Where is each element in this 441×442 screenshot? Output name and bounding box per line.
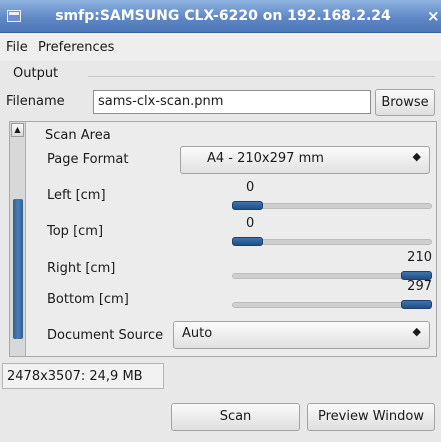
top-label: Top [cm]	[47, 224, 104, 239]
menu-bar: File Preferences	[0, 33, 441, 61]
triangle-up-icon[interactable]: ▲	[11, 123, 24, 137]
right-label: Right [cm]	[47, 261, 116, 276]
menu-preferences[interactable]: Preferences	[38, 40, 114, 55]
vertical-scrollbar[interactable]: ▲	[10, 122, 26, 356]
scan-button[interactable]: Scan	[171, 403, 300, 431]
scan-area-heading: Scan Area	[45, 128, 111, 143]
output-frame-label: Output	[13, 66, 59, 81]
updown-arrows-icon: ◆	[412, 325, 421, 338]
updown-arrows-icon: ◆	[412, 150, 421, 163]
top-value: 0	[246, 216, 255, 231]
window-title: smfp:SAMSUNG CLX-6220 on 192.168.2.24	[55, 8, 391, 24]
close-icon[interactable]: ×	[427, 7, 440, 25]
bottom-value: 297	[407, 279, 432, 294]
bottom-slider-knob[interactable]	[401, 300, 432, 309]
scrollbar-thumb[interactable]	[13, 199, 23, 339]
scan-options-panel: ▲ Scan Area Page Format A4 - 210x297 mm …	[9, 121, 437, 357]
left-label: Left [cm]	[47, 188, 106, 203]
bottom-label: Bottom [cm]	[47, 292, 129, 307]
filename-label: Filename	[6, 94, 65, 109]
document-source-select[interactable]: Auto ◆	[173, 321, 430, 349]
top-slider-knob[interactable]	[232, 237, 263, 246]
status-size-readout: 2478x3507: 24,9 MB	[2, 363, 164, 389]
page-format-value: A4 - 210x297 mm	[207, 151, 324, 166]
title-bar[interactable]: smfp:SAMSUNG CLX-6220 on 192.168.2.24 ×	[0, 0, 441, 33]
menu-file[interactable]: File	[6, 40, 28, 55]
left-value: 0	[246, 180, 255, 195]
right-value: 210	[407, 250, 432, 265]
left-slider-knob[interactable]	[232, 201, 263, 210]
output-frame-divider	[88, 76, 435, 77]
browse-button[interactable]: Browse	[375, 89, 435, 116]
page-format-label: Page Format	[47, 152, 129, 167]
window-menu-icon[interactable]	[7, 10, 21, 22]
document-source-value: Auto	[182, 326, 213, 341]
filename-field[interactable]: sams-clx-scan.pnm	[93, 90, 371, 114]
preview-window-button[interactable]: Preview Window	[307, 403, 435, 431]
page-format-select[interactable]: A4 - 210x297 mm ◆	[180, 146, 430, 174]
document-source-label: Document Source	[47, 328, 164, 343]
